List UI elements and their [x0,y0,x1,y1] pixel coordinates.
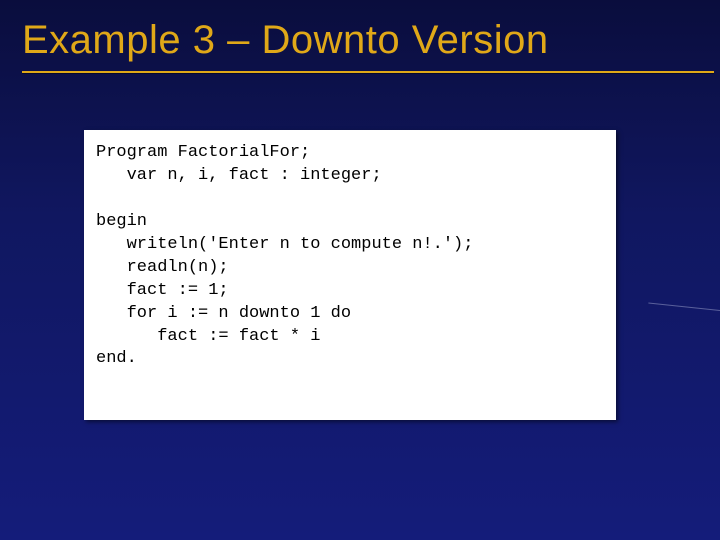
code-line: var n, i, fact : integer; [96,166,382,185]
slide: Example 3 – Downto Version Program Facto… [0,0,720,540]
code-block: Program FactorialFor; var n, i, fact : i… [84,130,616,420]
code-text: Program FactorialFor; var n, i, fact : i… [96,142,608,371]
code-line: Program FactorialFor; [96,143,310,162]
decorative-line [648,302,720,311]
title-area: Example 3 – Downto Version [0,0,720,73]
title-underline [22,71,714,73]
code-line: fact := 1; [96,281,229,300]
slide-title: Example 3 – Downto Version [22,18,720,69]
code-line: fact := fact * i [96,327,320,346]
code-line: writeln('Enter n to compute n!.'); [96,235,473,254]
code-line: for i := n downto 1 do [96,304,351,323]
code-line: begin [96,212,147,231]
code-line: end. [96,349,137,368]
code-line: readln(n); [96,258,229,277]
